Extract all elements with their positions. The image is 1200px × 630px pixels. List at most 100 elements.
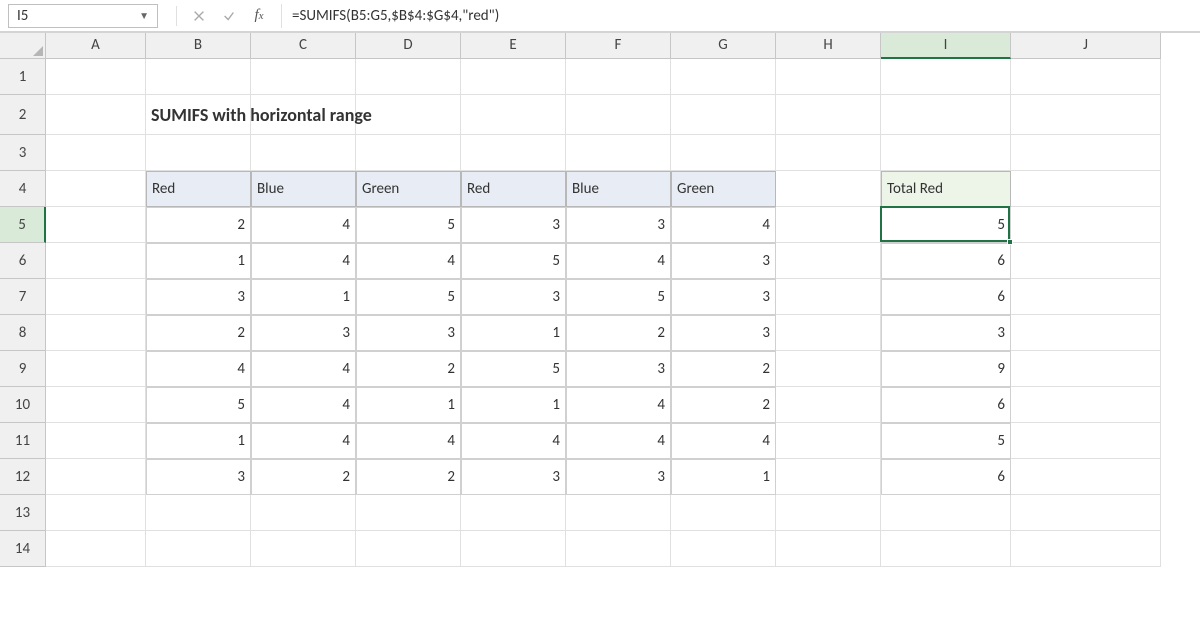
cell-G2[interactable]: [671, 95, 776, 135]
cell-E7[interactable]: 3: [461, 279, 566, 315]
cell-D5[interactable]: 5: [356, 207, 461, 243]
cell-H8[interactable]: [776, 315, 881, 351]
cell-E12[interactable]: 3: [461, 459, 566, 495]
cell-B1[interactable]: [146, 59, 251, 95]
cell-A3[interactable]: [46, 135, 146, 171]
cell-G6[interactable]: 3: [671, 243, 776, 279]
cell-F7[interactable]: 5: [566, 279, 671, 315]
select-all-corner[interactable]: [0, 33, 46, 59]
cell-B5[interactable]: 2: [146, 207, 251, 243]
row-header-9[interactable]: 9: [0, 351, 46, 387]
cell-B9[interactable]: 4: [146, 351, 251, 387]
cell-J10[interactable]: [1011, 387, 1161, 423]
cell-E11[interactable]: 4: [461, 423, 566, 459]
cell-I12[interactable]: 6: [881, 459, 1011, 495]
cell-J1[interactable]: [1011, 59, 1161, 95]
cell-C13[interactable]: [251, 495, 356, 531]
cell-H3[interactable]: [776, 135, 881, 171]
cell-J2[interactable]: [1011, 95, 1161, 135]
chevron-down-icon[interactable]: ▼: [139, 9, 149, 22]
cell-A9[interactable]: [46, 351, 146, 387]
cell-H5[interactable]: [776, 207, 881, 243]
cell-F9[interactable]: 3: [566, 351, 671, 387]
cell-E9[interactable]: 5: [461, 351, 566, 387]
cell-J6[interactable]: [1011, 243, 1161, 279]
column-header-F[interactable]: F: [566, 33, 671, 59]
column-header-A[interactable]: A: [46, 33, 146, 59]
cell-I5[interactable]: 5: [881, 207, 1011, 243]
fill-handle[interactable]: [1007, 239, 1013, 245]
cell-D4[interactable]: Green: [356, 171, 461, 207]
cell-H7[interactable]: [776, 279, 881, 315]
cell-B7[interactable]: 3: [146, 279, 251, 315]
cell-A8[interactable]: [46, 315, 146, 351]
cell-C8[interactable]: 3: [251, 315, 356, 351]
cell-D9[interactable]: 2: [356, 351, 461, 387]
cell-H13[interactable]: [776, 495, 881, 531]
cell-C12[interactable]: 2: [251, 459, 356, 495]
row-header-14[interactable]: 14: [0, 531, 46, 567]
cell-D10[interactable]: 1: [356, 387, 461, 423]
cell-E5[interactable]: 3: [461, 207, 566, 243]
cell-B10[interactable]: 5: [146, 387, 251, 423]
cell-B11[interactable]: 1: [146, 423, 251, 459]
cell-I13[interactable]: [881, 495, 1011, 531]
cell-F5[interactable]: 3: [566, 207, 671, 243]
cell-J4[interactable]: [1011, 171, 1161, 207]
cell-E4[interactable]: Red: [461, 171, 566, 207]
cell-A2[interactable]: [46, 95, 146, 135]
cell-E1[interactable]: [461, 59, 566, 95]
cell-C9[interactable]: 4: [251, 351, 356, 387]
row-header-3[interactable]: 3: [0, 135, 46, 171]
row-header-13[interactable]: 13: [0, 495, 46, 531]
cell-F8[interactable]: 2: [566, 315, 671, 351]
cell-B8[interactable]: 2: [146, 315, 251, 351]
cell-D13[interactable]: [356, 495, 461, 531]
cell-J12[interactable]: [1011, 459, 1161, 495]
cell-G5[interactable]: 4: [671, 207, 776, 243]
cell-J13[interactable]: [1011, 495, 1161, 531]
column-header-H[interactable]: H: [776, 33, 881, 59]
cell-H10[interactable]: [776, 387, 881, 423]
cell-F6[interactable]: 4: [566, 243, 671, 279]
cell-F11[interactable]: 4: [566, 423, 671, 459]
cell-E8[interactable]: 1: [461, 315, 566, 351]
cell-G14[interactable]: [671, 531, 776, 567]
cell-E3[interactable]: [461, 135, 566, 171]
cell-F13[interactable]: [566, 495, 671, 531]
cell-I3[interactable]: [881, 135, 1011, 171]
column-header-J[interactable]: J: [1011, 33, 1161, 59]
cell-G9[interactable]: 2: [671, 351, 776, 387]
row-header-12[interactable]: 12: [0, 459, 46, 495]
cell-G7[interactable]: 3: [671, 279, 776, 315]
row-header-10[interactable]: 10: [0, 387, 46, 423]
cell-I11[interactable]: 5: [881, 423, 1011, 459]
cell-I14[interactable]: [881, 531, 1011, 567]
cell-F2[interactable]: [566, 95, 671, 135]
cell-D14[interactable]: [356, 531, 461, 567]
row-header-6[interactable]: 6: [0, 243, 46, 279]
column-header-G[interactable]: G: [671, 33, 776, 59]
cell-I8[interactable]: 3: [881, 315, 1011, 351]
cell-E10[interactable]: 1: [461, 387, 566, 423]
cell-J11[interactable]: [1011, 423, 1161, 459]
column-header-B[interactable]: B: [146, 33, 251, 59]
name-box[interactable]: I5 ▼: [8, 4, 158, 28]
row-header-1[interactable]: 1: [0, 59, 46, 95]
cell-A13[interactable]: [46, 495, 146, 531]
cell-B14[interactable]: [146, 531, 251, 567]
cell-H1[interactable]: [776, 59, 881, 95]
cell-E6[interactable]: 5: [461, 243, 566, 279]
cell-G11[interactable]: 4: [671, 423, 776, 459]
cell-F14[interactable]: [566, 531, 671, 567]
cell-C5[interactable]: 4: [251, 207, 356, 243]
cell-H12[interactable]: [776, 459, 881, 495]
cell-E13[interactable]: [461, 495, 566, 531]
cell-A1[interactable]: [46, 59, 146, 95]
cell-G13[interactable]: [671, 495, 776, 531]
enter-icon[interactable]: [221, 8, 237, 24]
cell-D7[interactable]: 5: [356, 279, 461, 315]
cell-A14[interactable]: [46, 531, 146, 567]
cell-G1[interactable]: [671, 59, 776, 95]
cell-A4[interactable]: [46, 171, 146, 207]
